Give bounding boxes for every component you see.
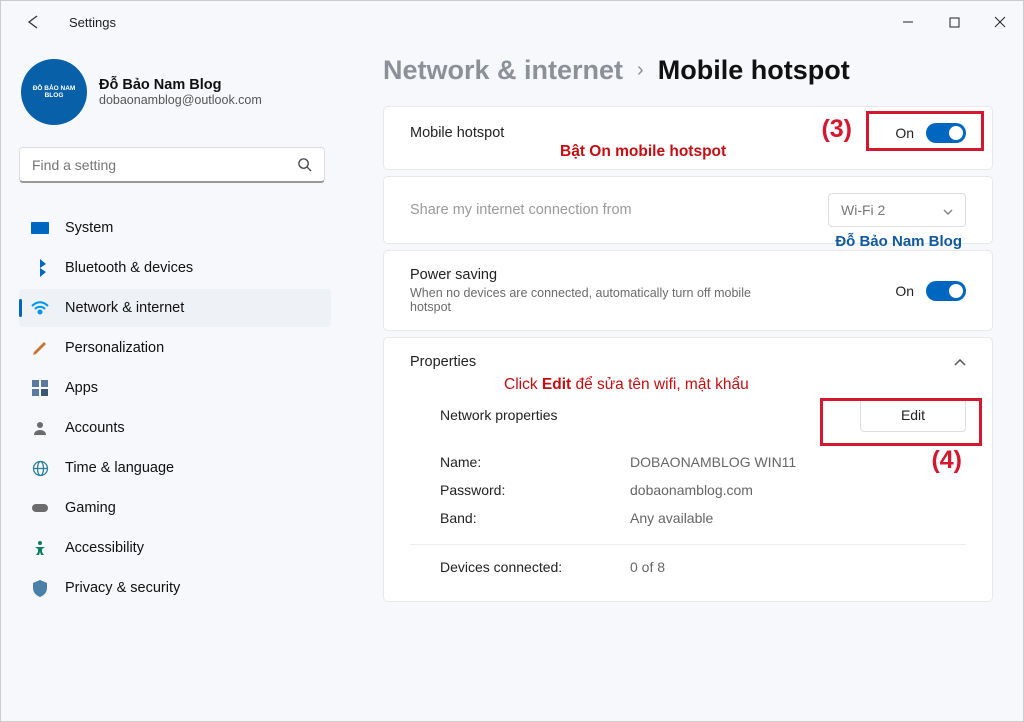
power-toggle[interactable]	[926, 281, 966, 301]
gamepad-icon	[31, 499, 49, 517]
sidebar-item-time-language[interactable]: Time & language	[19, 449, 331, 487]
search-input[interactable]	[32, 157, 297, 173]
share-label: Share my internet connection from	[410, 202, 632, 218]
password-value: dobaonamblog.com	[630, 482, 753, 498]
power-state-label: On	[895, 283, 914, 299]
power-label: Power saving	[410, 267, 770, 283]
sidebar-item-label: System	[65, 220, 113, 236]
app-title: Settings	[69, 15, 116, 30]
maximize-button[interactable]	[931, 1, 977, 43]
properties-header: Properties	[410, 354, 476, 370]
annotation-step-4: (4)	[931, 446, 962, 475]
profile-email: dobaonamblog@outlook.com	[99, 93, 262, 107]
sidebar-item-accounts[interactable]: Accounts	[19, 409, 331, 447]
band-value: Any available	[630, 510, 713, 526]
minimize-button[interactable]	[885, 1, 931, 43]
avatar: ĐỖ BẢO NAM BLOG	[21, 59, 87, 125]
paintbrush-icon	[31, 339, 49, 357]
globe-icon	[31, 459, 49, 477]
sidebar-item-gaming[interactable]: Gaming	[19, 489, 331, 527]
breadcrumb-parent[interactable]: Network & internet	[383, 55, 623, 86]
bluetooth-icon	[31, 259, 49, 277]
sidebar-item-label: Apps	[65, 380, 98, 396]
profile-name: Đỗ Bảo Nam Blog	[99, 77, 262, 93]
hotspot-state-label: On	[895, 125, 914, 141]
sidebar-item-label: Gaming	[65, 500, 116, 516]
network-properties-label: Network properties	[440, 407, 630, 423]
sidebar-item-label: Personalization	[65, 340, 164, 356]
system-icon	[31, 219, 49, 237]
sidebar-item-accessibility[interactable]: Accessibility	[19, 529, 331, 567]
profile-block[interactable]: ĐỖ BẢO NAM BLOG Đỗ Bảo Nam Blog dobaonam…	[21, 59, 331, 125]
breadcrumb: Network & internet › Mobile hotspot	[383, 55, 993, 86]
hotspot-toggle[interactable]	[926, 123, 966, 143]
sidebar-item-apps[interactable]: Apps	[19, 369, 331, 407]
annotation-text-3: Bật On mobile hotspot	[560, 143, 726, 161]
apps-icon	[31, 379, 49, 397]
chevron-down-icon	[943, 202, 953, 218]
page-title: Mobile hotspot	[658, 55, 850, 86]
search-box[interactable]	[19, 147, 325, 183]
name-value: DOBAONAMBLOG WIN11	[630, 454, 796, 470]
accessibility-icon	[31, 539, 49, 557]
annotation-text-4: Click Edit để sửa tên wifi, mật khẩu	[504, 376, 749, 394]
chevron-up-icon[interactable]	[954, 354, 966, 370]
sidebar-item-network[interactable]: Network & internet	[19, 289, 331, 327]
sidebar-item-label: Bluetooth & devices	[65, 260, 193, 276]
edit-button[interactable]: Edit	[860, 398, 966, 432]
person-icon	[31, 419, 49, 437]
watermark: Đỗ Bảo Nam Blog	[835, 233, 962, 250]
sidebar-item-label: Time & language	[65, 460, 174, 476]
search-icon	[297, 157, 312, 172]
power-card: Đỗ Bảo Nam Blog Power saving When no dev…	[383, 250, 993, 331]
sidebar-item-label: Accessibility	[65, 540, 144, 556]
sidebar-item-label: Network & internet	[65, 300, 184, 316]
sidebar-item-label: Privacy & security	[65, 580, 180, 596]
shield-icon	[31, 579, 49, 597]
hotspot-label: Mobile hotspot	[410, 125, 504, 141]
share-value: Wi-Fi 2	[841, 202, 885, 218]
band-label: Band:	[440, 510, 630, 526]
annotation-step-3: (3)	[821, 115, 852, 144]
close-button[interactable]	[977, 1, 1023, 43]
sidebar-item-personalization[interactable]: Personalization	[19, 329, 331, 367]
devices-label: Devices connected:	[440, 559, 630, 575]
back-button[interactable]	[25, 14, 41, 30]
sidebar-item-system[interactable]: System	[19, 209, 331, 247]
sidebar-item-privacy[interactable]: Privacy & security	[19, 569, 331, 607]
sidebar-item-bluetooth[interactable]: Bluetooth & devices	[19, 249, 331, 287]
power-sub: When no devices are connected, automatic…	[410, 286, 770, 314]
wifi-icon	[31, 299, 49, 317]
hotspot-card: Mobile hotspot On (3) Bật On mobile hots…	[383, 106, 993, 170]
properties-card: Properties Click Edit để sửa tên wifi, m…	[383, 337, 993, 602]
password-label: Password:	[440, 482, 630, 498]
name-label: Name:	[440, 454, 630, 470]
chevron-right-icon: ›	[637, 59, 644, 82]
sidebar-item-label: Accounts	[65, 420, 125, 436]
share-select[interactable]: Wi-Fi 2	[828, 193, 966, 227]
devices-value: 0 of 8	[630, 559, 665, 575]
